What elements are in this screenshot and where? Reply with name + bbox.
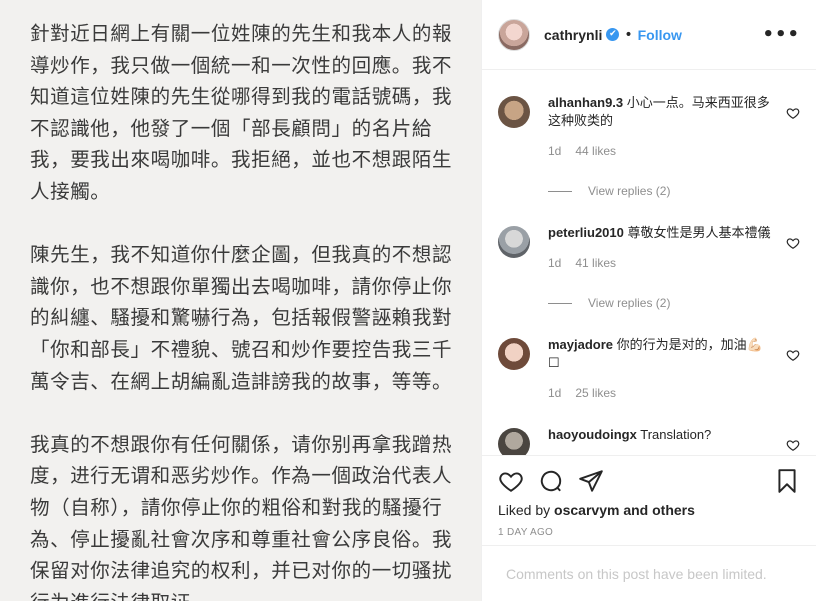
comment-avatar[interactable]: [498, 226, 530, 258]
comment-time[interactable]: 1d: [548, 386, 561, 400]
post-image[interactable]: 針對近日網上有關一位姓陳的先生和我本人的報導炒作，我只做一個統一和一次性的回應。…: [0, 0, 481, 601]
comment-text: Translation?: [640, 427, 712, 442]
follow-button[interactable]: Follow: [638, 27, 682, 43]
comment-item: peterliu2010 尊敬女性是男人基本禮儀 1d 41 likes View…: [498, 200, 800, 312]
action-icons: [498, 466, 800, 496]
liked-prefix: Liked by: [498, 502, 555, 518]
comment-time[interactable]: 1d: [548, 144, 561, 158]
comment-icon[interactable]: [538, 468, 564, 494]
comment-like-icon[interactable]: [786, 438, 800, 452]
comment-username[interactable]: haoyoudoingx: [548, 427, 637, 442]
post-sidebar: cathrynli ✔ • Follow ••• alhanhan9.3 小心一…: [481, 0, 816, 601]
comment-avatar[interactable]: [498, 96, 530, 128]
heart-icon[interactable]: [498, 468, 524, 494]
comment-item: alhanhan9.3 小心一点。马来西亚很多这种败类的 1d 44 likes …: [498, 70, 800, 200]
post-paragraph-2: 陳先生，我不知道你什麼企圖，但我真的不想認識你，也不想跟你單獨出去喝咖啡，請你停…: [30, 243, 453, 393]
comment-item: mayjadore 你的行为是对的，加油💪🏻☐ 1d 25 likes: [498, 312, 800, 402]
comment-like-icon[interactable]: [786, 106, 800, 120]
post-paragraph-3: 我真的不想跟你有任何關係，请你别再拿我蹭热度，进行无谓和恶劣炒作。作為一個政治代…: [30, 432, 453, 601]
comment-likes[interactable]: 25 likes: [575, 386, 616, 400]
comment-time[interactable]: 1d: [548, 256, 561, 270]
username-link[interactable]: cathrynli: [544, 27, 602, 43]
comment-username[interactable]: mayjadore: [548, 337, 613, 352]
view-replies-label: View replies (2): [588, 184, 671, 198]
liked-others-link[interactable]: and others: [619, 502, 695, 518]
view-replies-button[interactable]: View replies (2): [548, 182, 774, 200]
post-timestamp[interactable]: 1 DAY AGO: [498, 527, 800, 538]
view-replies-button[interactable]: View replies (2): [548, 294, 774, 312]
liked-by: Liked by oscarvym and others: [498, 502, 800, 518]
comment-avatar[interactable]: [498, 338, 530, 370]
replies-line: [548, 190, 572, 192]
comment-avatar[interactable]: [498, 428, 530, 455]
post-paragraph-1: 針對近日網上有關一位姓陳的先生和我本人的報導炒作，我只做一個統一和一次性的回應。…: [30, 22, 453, 203]
comment-likes[interactable]: 44 likes: [575, 144, 616, 158]
comments-limited-notice: Comments on this post have been limited.: [482, 545, 816, 601]
separator-dot: •: [624, 26, 633, 43]
comment-text: 尊敬女性是男人基本禮儀: [627, 225, 771, 240]
comment-username[interactable]: alhanhan9.3: [548, 95, 623, 110]
verified-icon: ✔: [606, 28, 620, 41]
bookmark-icon[interactable]: [774, 468, 800, 494]
replies-line: [548, 302, 572, 304]
comments-list[interactable]: alhanhan9.3 小心一点。马来西亚很多这种败类的 1d 44 likes …: [482, 70, 816, 455]
comment-item: haoyoudoingx Translation?: [498, 402, 800, 455]
comment-username[interactable]: peterliu2010: [548, 225, 624, 240]
comment-like-icon[interactable]: [786, 236, 800, 250]
more-icon[interactable]: •••: [762, 24, 800, 45]
share-icon[interactable]: [578, 468, 604, 494]
comment-likes[interactable]: 41 likes: [575, 256, 616, 270]
comment-like-icon[interactable]: [786, 348, 800, 362]
post-header: cathrynli ✔ • Follow •••: [482, 0, 816, 70]
view-replies-label: View replies (2): [588, 296, 671, 310]
liked-user-link[interactable]: oscarvym: [554, 502, 619, 518]
avatar[interactable]: [498, 18, 530, 51]
